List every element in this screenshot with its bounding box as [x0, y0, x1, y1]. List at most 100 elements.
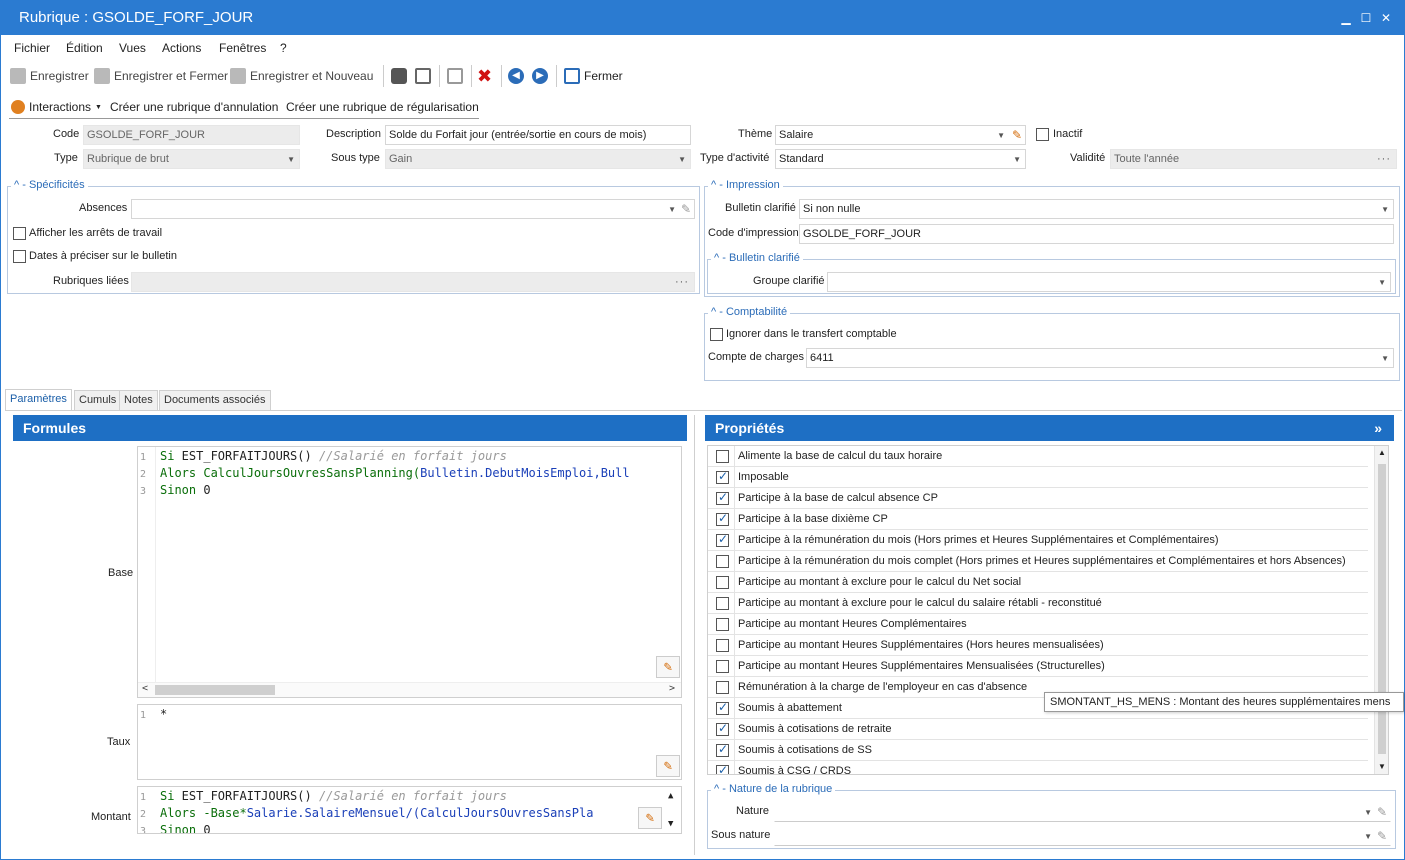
liees-field[interactable]: ··· — [131, 272, 695, 292]
montant-editor[interactable]: 1 Si EST_FORFAITJOURS() //Salarié en for… — [137, 786, 682, 834]
save-button[interactable]: Enregistrer — [10, 67, 89, 85]
copy-button[interactable] — [447, 67, 463, 85]
property-row[interactable]: Participe à la rémunération du mois (Hor… — [708, 530, 1368, 551]
scroll-right-icon[interactable]: > — [669, 683, 675, 694]
scroll-up-icon[interactable]: ▲ — [1378, 448, 1386, 457]
type-select[interactable]: Rubrique de brut ▼ — [83, 149, 300, 169]
close-window-icon[interactable]: ✕ — [1376, 8, 1396, 28]
property-row[interactable]: Soumis à cotisations de SS — [708, 740, 1368, 761]
close-button[interactable]: Fermer — [564, 67, 623, 85]
property-checkbox[interactable] — [716, 597, 729, 610]
property-checkbox[interactable] — [716, 576, 729, 589]
next-button[interactable]: ▶ — [532, 67, 548, 85]
comptabilite-title[interactable]: ^ - Comptabilité — [708, 306, 791, 318]
panel-splitter[interactable] — [694, 415, 695, 855]
property-checkbox[interactable] — [716, 681, 729, 694]
bulletin-select[interactable]: Si non nulle ▼ — [799, 199, 1394, 219]
property-row[interactable]: Participe au montant Heures Supplémentai… — [708, 656, 1368, 677]
previous-button[interactable]: ◀ — [508, 67, 524, 85]
property-checkbox[interactable] — [716, 700, 729, 715]
ignorer-checkbox[interactable] — [710, 328, 723, 341]
pencil-icon[interactable]: ✎ — [1377, 803, 1387, 821]
theme-select[interactable]: Salaire ▼ ✎ — [775, 125, 1026, 145]
property-row[interactable]: Participe à la base de calcul absence CP — [708, 488, 1368, 509]
property-row[interactable]: Soumis à cotisations de retraite — [708, 719, 1368, 740]
save-close-button[interactable]: Enregistrer et Fermer — [94, 67, 228, 85]
tab-notes[interactable]: Notes — [119, 390, 158, 410]
pencil-icon[interactable]: ✎ — [1377, 827, 1387, 845]
property-checkbox[interactable] — [716, 450, 729, 463]
scroll-up-icon[interactable]: ▲ — [668, 791, 673, 801]
property-row[interactable]: Participe à la rémunération du mois comp… — [708, 551, 1368, 572]
minimize-icon[interactable]: ▁ — [1336, 8, 1356, 28]
pencil-icon[interactable]: ✎ — [681, 200, 691, 218]
property-row[interactable]: Participe au montant Heures Complémentai… — [708, 614, 1368, 635]
tab-cumuls[interactable]: Cumuls — [74, 390, 122, 410]
codeimp-field[interactable]: GSOLDE_FORF_JOUR — [799, 224, 1394, 244]
property-checkbox[interactable] — [716, 469, 729, 484]
base-editor[interactable]: 1 Si EST_FORFAITJOURS() //Salarié en for… — [137, 446, 682, 698]
scroll-down-icon[interactable]: ▼ — [668, 819, 673, 829]
interactions-menu[interactable]: Interactions ▼ — [11, 98, 102, 116]
menu-help[interactable]: ? — [280, 41, 287, 55]
property-checkbox[interactable] — [716, 763, 729, 774]
horizontal-scrollbar[interactable]: < > — [138, 682, 681, 697]
edit-taux-button[interactable]: ✎ — [656, 755, 680, 777]
taux-editor[interactable]: 1 * ✎ — [137, 704, 682, 780]
scroll-down-icon[interactable]: ▼ — [1378, 762, 1386, 771]
tab-documents[interactable]: Documents associés — [159, 390, 271, 410]
nature-select[interactable]: ▼ ✎ — [774, 802, 1391, 822]
sousnature-select[interactable]: ▼ ✎ — [774, 826, 1391, 846]
menu-vues[interactable]: Vues — [119, 41, 146, 55]
groupe-select[interactable]: ▼ — [827, 272, 1391, 292]
create-cancel-button[interactable]: Créer une rubrique d'annulation — [110, 98, 278, 116]
property-checkbox[interactable] — [716, 639, 729, 652]
create-regul-button[interactable]: Créer une rubrique de régularisation — [286, 98, 479, 116]
compte-select[interactable]: 6411 ▼ — [806, 348, 1394, 368]
property-checkbox[interactable] — [716, 555, 729, 568]
nature-title[interactable]: ^ - Nature de la rubrique — [711, 783, 836, 795]
preview-button[interactable] — [415, 67, 431, 85]
inactif-checkbox[interactable] — [1036, 128, 1049, 141]
property-checkbox[interactable] — [716, 721, 729, 736]
scroll-left-icon[interactable]: < — [142, 683, 148, 694]
property-row[interactable]: Participe au montant à exclure pour le c… — [708, 572, 1368, 593]
property-row[interactable]: Imposable — [708, 467, 1368, 488]
property-row[interactable]: Participe au montant à exclure pour le c… — [708, 593, 1368, 614]
validite-field[interactable]: Toute l'année ··· — [1110, 149, 1397, 169]
edit-base-button[interactable]: ✎ — [656, 656, 680, 678]
edit-montant-button[interactable]: ✎ — [638, 807, 662, 829]
dates-checkbox[interactable] — [13, 250, 26, 263]
expand-panel-icon[interactable]: » — [1374, 415, 1382, 441]
soustype-select[interactable]: Gain ▼ — [385, 149, 691, 169]
more-icon[interactable]: ··· — [1377, 150, 1391, 168]
property-checkbox[interactable] — [716, 660, 729, 673]
arrets-checkbox[interactable] — [13, 227, 26, 240]
property-checkbox[interactable] — [716, 532, 729, 547]
title-bar[interactable]: Rubrique : GSOLDE_FORF_JOUR ▁ ☐ ✕ — [1, 1, 1404, 35]
pencil-icon[interactable]: ✎ — [1012, 126, 1022, 144]
property-row[interactable]: Soumis à CSG / CRDS — [708, 761, 1368, 774]
property-checkbox[interactable] — [716, 490, 729, 505]
vertical-scrollbar[interactable]: ▲ ▼ — [1374, 446, 1388, 774]
menu-fenetres[interactable]: Fenêtres — [219, 41, 266, 55]
menu-edition[interactable]: Édition — [66, 41, 103, 55]
delete-button[interactable]: ✖ — [477, 66, 492, 86]
menu-actions[interactable]: Actions — [162, 41, 201, 55]
property-row[interactable]: Participe au montant Heures Supplémentai… — [708, 635, 1368, 656]
property-checkbox[interactable] — [716, 618, 729, 631]
maximize-icon[interactable]: ☐ — [1356, 8, 1376, 28]
description-field[interactable]: Solde du Forfait jour (entrée/sortie en … — [385, 125, 691, 145]
tab-parametres[interactable]: Paramètres — [5, 389, 72, 410]
more-icon[interactable]: ··· — [675, 273, 689, 291]
scroll-thumb[interactable] — [155, 685, 275, 695]
typeact-select[interactable]: Standard ▼ — [775, 149, 1026, 169]
print-button[interactable] — [391, 67, 407, 85]
bulletin-clarifie-title[interactable]: ^ - Bulletin clarifié — [711, 252, 803, 264]
property-checkbox[interactable] — [716, 742, 729, 757]
absences-select[interactable]: ▼ ✎ — [131, 199, 695, 219]
property-row[interactable]: Alimente la base de calcul du taux horai… — [708, 446, 1368, 467]
impression-title[interactable]: ^ - Impression — [708, 179, 783, 191]
menu-fichier[interactable]: Fichier — [14, 41, 50, 55]
code-field[interactable]: GSOLDE_FORF_JOUR — [83, 125, 300, 145]
